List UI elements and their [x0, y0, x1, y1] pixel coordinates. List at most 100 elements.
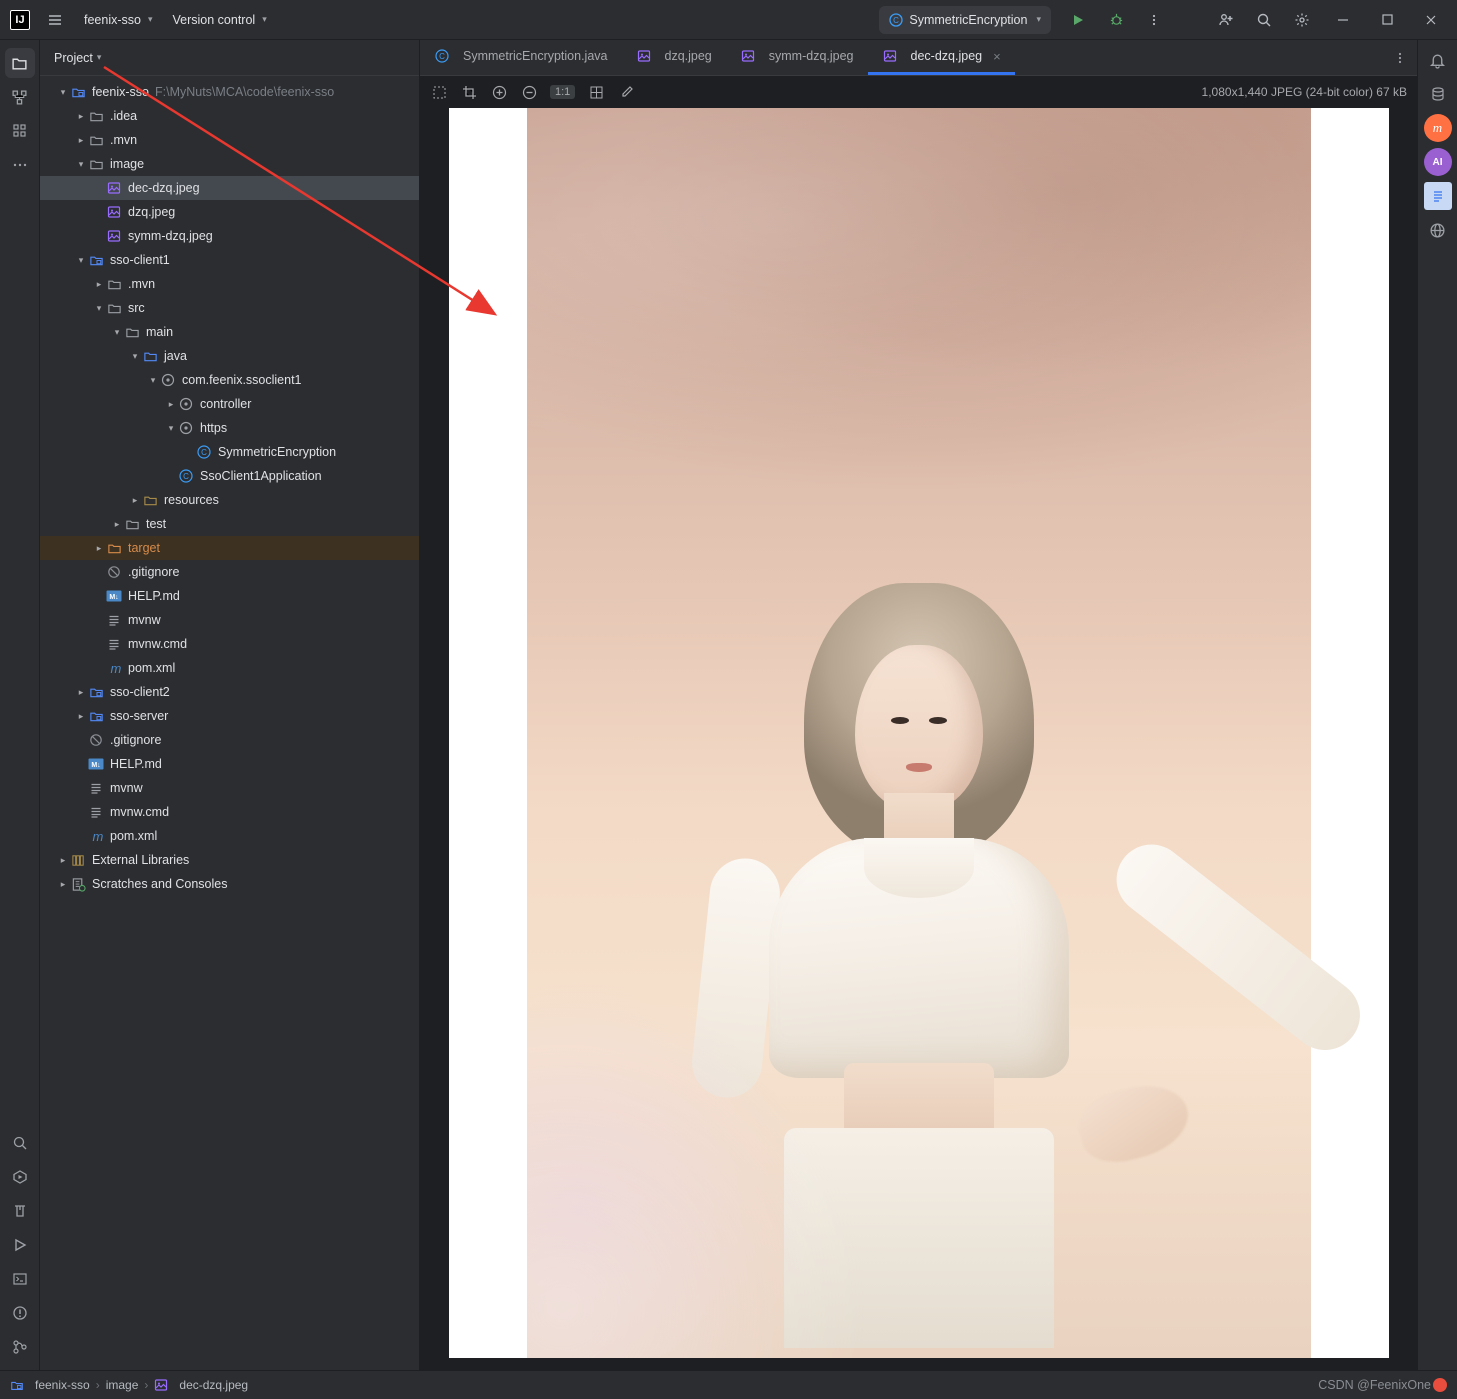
tree-arrow-icon[interactable]: ▾ — [92, 303, 106, 314]
tree-row[interactable]: ▸.mvn — [40, 272, 419, 296]
tree-row[interactable]: mvnw — [40, 776, 419, 800]
tree-row[interactable]: ▸External Libraries — [40, 848, 419, 872]
run-button[interactable] — [1061, 3, 1095, 37]
tabs-more-button[interactable] — [1383, 40, 1417, 75]
tree-arrow-icon[interactable]: ▸ — [74, 111, 88, 122]
tree-row[interactable]: ▸.mvn — [40, 128, 419, 152]
tree-row[interactable]: dec-dzq.jpeg — [40, 176, 419, 200]
tree-arrow-icon[interactable]: ▸ — [56, 855, 70, 866]
database-tool-button[interactable] — [1424, 80, 1452, 108]
zoom-in-icon[interactable] — [490, 83, 508, 101]
search-everywhere-button[interactable] — [1247, 3, 1281, 37]
tree-row[interactable]: mvnw — [40, 608, 419, 632]
image-canvas[interactable] — [420, 108, 1417, 1370]
problems-tool-button[interactable] — [5, 1298, 35, 1328]
close-window-button[interactable] — [1411, 3, 1451, 37]
editor-tab[interactable]: dec-dzq.jpeg× — [868, 40, 1015, 75]
tree-row[interactable]: mvnw.cmd — [40, 632, 419, 656]
zoom-out-icon[interactable] — [520, 83, 538, 101]
tree-row[interactable]: ▾sso-client1 — [40, 248, 419, 272]
tree-arrow-icon[interactable]: ▸ — [164, 399, 178, 410]
project-tool-button[interactable] — [5, 48, 35, 78]
breadcrumb-item[interactable]: feenix-sso — [10, 1378, 90, 1392]
structure-tool-button[interactable] — [5, 82, 35, 112]
minimize-button[interactable] — [1323, 3, 1363, 37]
tree-row[interactable]: ▸target — [40, 536, 419, 560]
project-name-dropdown[interactable]: feenix-sso▾ — [76, 5, 161, 35]
zoom-ratio-label[interactable]: 1:1 — [550, 85, 575, 99]
tree-row[interactable]: ▾feenix-ssoF:\MyNuts\MCA\code\feenix-sso — [40, 80, 419, 104]
maximize-button[interactable] — [1367, 3, 1407, 37]
tree-arrow-icon[interactable]: ▾ — [74, 255, 88, 266]
notes-tool-button[interactable] — [1424, 182, 1452, 210]
find-tool-button[interactable] — [5, 1128, 35, 1158]
editor-tab[interactable]: dzq.jpeg — [622, 40, 726, 75]
editor-tab[interactable]: CSymmetricEncryption.java — [420, 40, 622, 75]
breadcrumb-item[interactable]: image — [106, 1378, 139, 1392]
tree-row[interactable]: ▸Scratches and Consoles — [40, 872, 419, 896]
tree-row[interactable]: ▾com.feenix.ssoclient1 — [40, 368, 419, 392]
tree-row[interactable]: ▾src — [40, 296, 419, 320]
main-menu-button[interactable] — [38, 3, 72, 37]
tree-arrow-icon[interactable]: ▾ — [56, 87, 70, 98]
tree-arrow-icon[interactable]: ▸ — [92, 279, 106, 290]
settings-button[interactable] — [1285, 3, 1319, 37]
tree-row[interactable]: ▾java — [40, 344, 419, 368]
tree-arrow-icon[interactable]: ▾ — [146, 375, 160, 386]
tree-row[interactable]: ▸resources — [40, 488, 419, 512]
tree-row[interactable]: .gitignore — [40, 560, 419, 584]
tree-arrow-icon[interactable]: ▸ — [74, 687, 88, 698]
breadcrumb-item[interactable]: dec-dzq.jpeg — [154, 1378, 248, 1392]
tree-row[interactable]: .gitignore — [40, 728, 419, 752]
project-tree[interactable]: ▾feenix-ssoF:\MyNuts\MCA\code\feenix-sso… — [40, 76, 419, 1370]
tree-arrow-icon[interactable]: ▾ — [164, 423, 178, 434]
more-tools-button[interactable] — [5, 150, 35, 180]
tree-row[interactable]: mvnw.cmd — [40, 800, 419, 824]
notifications-button[interactable] — [1424, 46, 1452, 74]
tree-arrow-icon[interactable]: ▾ — [110, 327, 124, 338]
breadcrumbs[interactable]: feenix-sso›image›dec-dzq.jpeg — [10, 1378, 248, 1392]
more-actions-button[interactable] — [1137, 3, 1171, 37]
code-with-me-button[interactable] — [1209, 3, 1243, 37]
tree-row[interactable]: ▸test — [40, 512, 419, 536]
services-tool-button[interactable] — [5, 1162, 35, 1192]
vcs-dropdown[interactable]: Version control▾ — [165, 5, 275, 35]
debug-button[interactable] — [1099, 3, 1133, 37]
terminal-tool-button[interactable] — [5, 1264, 35, 1294]
tab-close-icon[interactable]: × — [993, 49, 1001, 64]
tree-row[interactable]: ▸.idea — [40, 104, 419, 128]
tree-arrow-icon[interactable]: ▸ — [92, 543, 106, 554]
tree-row[interactable]: symm-dzq.jpeg — [40, 224, 419, 248]
tree-row[interactable]: ▸sso-client2 — [40, 680, 419, 704]
grid-toggle-icon[interactable] — [587, 83, 605, 101]
run-tool-button[interactable] — [5, 1230, 35, 1260]
project-panel-header[interactable]: Project ▾ — [40, 40, 419, 76]
tree-row[interactable]: M↓HELP.md — [40, 752, 419, 776]
tree-arrow-icon[interactable]: ▸ — [110, 519, 124, 530]
run-config-dropdown[interactable]: C SymmetricEncryption ▾ — [879, 6, 1051, 34]
tree-row[interactable]: ▾https — [40, 416, 419, 440]
ai-assistant-button[interactable]: AI — [1424, 148, 1452, 176]
tree-row[interactable]: CSymmetricEncryption — [40, 440, 419, 464]
color-picker-icon[interactable] — [617, 83, 635, 101]
tree-row[interactable]: ▸sso-server — [40, 704, 419, 728]
maven-tool-button[interactable]: m — [1424, 114, 1452, 142]
editor-tab[interactable]: symm-dzq.jpeg — [726, 40, 868, 75]
tree-row[interactable]: M↓HELP.md — [40, 584, 419, 608]
tree-arrow-icon[interactable]: ▸ — [128, 495, 142, 506]
tree-row[interactable]: ▾image — [40, 152, 419, 176]
git-tool-button[interactable] — [5, 1332, 35, 1362]
select-tool-icon[interactable] — [430, 83, 448, 101]
tree-row[interactable]: mpom.xml — [40, 656, 419, 680]
tree-arrow-icon[interactable]: ▸ — [74, 135, 88, 146]
bookmarks-tool-button[interactable] — [5, 116, 35, 146]
build-tool-button[interactable] — [5, 1196, 35, 1226]
tree-arrow-icon[interactable]: ▾ — [128, 351, 142, 362]
tree-row[interactable]: ▸controller — [40, 392, 419, 416]
tree-row[interactable]: dzq.jpeg — [40, 200, 419, 224]
crop-tool-icon[interactable] — [460, 83, 478, 101]
tree-arrow-icon[interactable]: ▸ — [74, 711, 88, 722]
tree-arrow-icon[interactable]: ▾ — [74, 159, 88, 170]
tree-row[interactable]: CSsoClient1Application — [40, 464, 419, 488]
tree-row[interactable]: mpom.xml — [40, 824, 419, 848]
